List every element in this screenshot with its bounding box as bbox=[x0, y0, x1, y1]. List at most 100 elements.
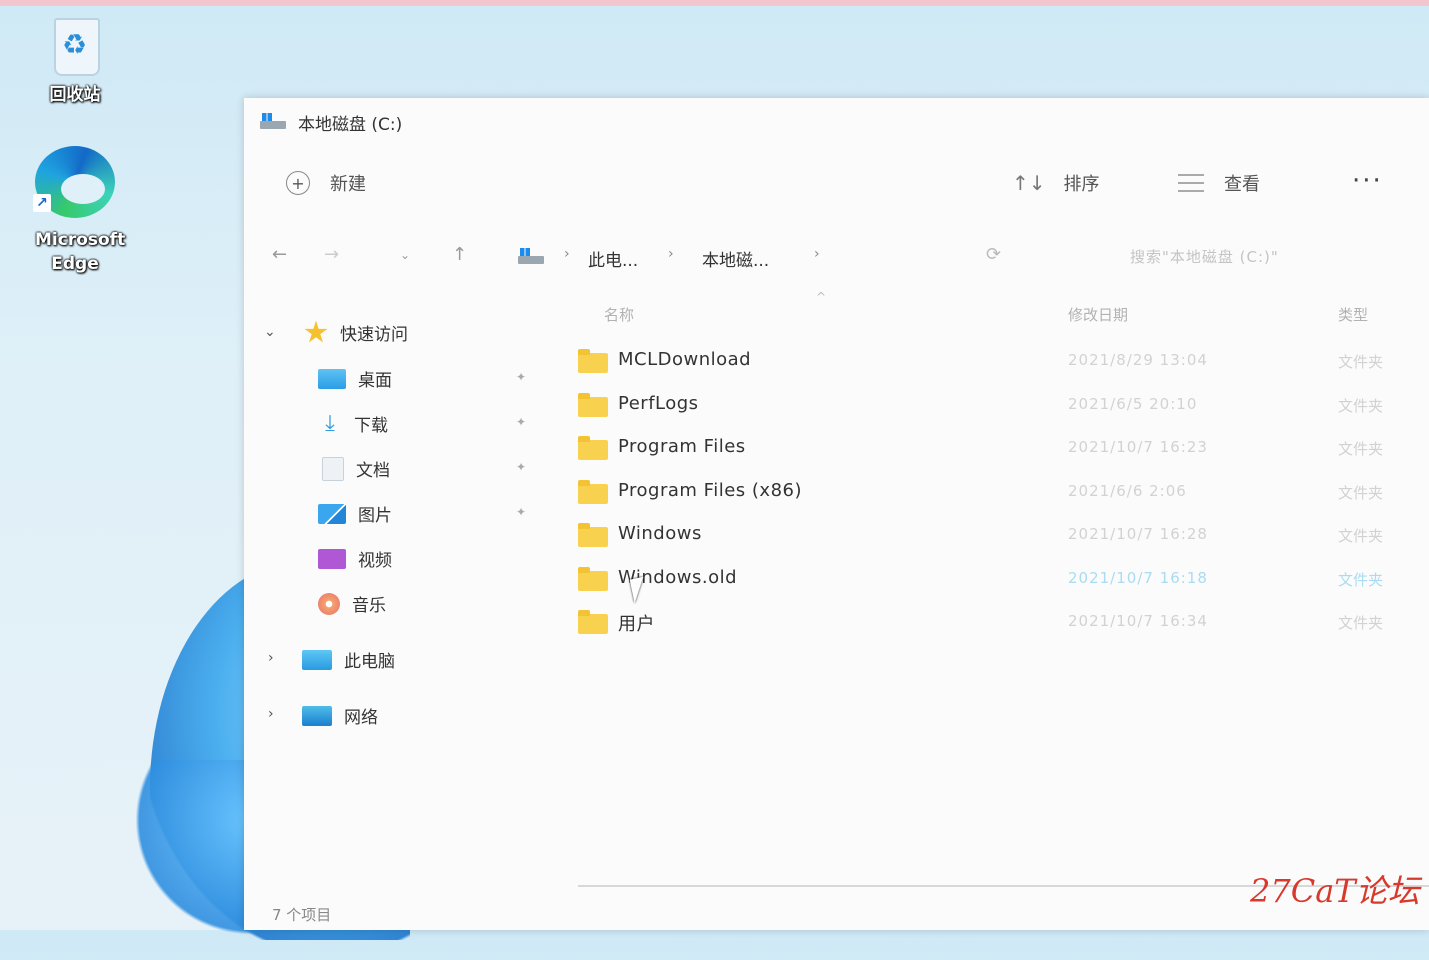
chevron-right-icon[interactable]: › bbox=[564, 246, 570, 262]
file-name: Program Files (x86) bbox=[618, 480, 802, 501]
view-icon bbox=[1178, 174, 1204, 192]
chevron-right-icon[interactable]: › bbox=[268, 650, 274, 666]
file-type: 文件夹 bbox=[1338, 397, 1384, 415]
sidebar-item-desktop[interactable]: 桌面 bbox=[318, 366, 392, 391]
file-row[interactable]: PerfLogs 2021/6/5 20:10 文件夹 bbox=[578, 390, 1428, 422]
sidebar-item-label: 此电脑 bbox=[344, 652, 395, 672]
back-arrow-icon[interactable]: ← bbox=[272, 244, 287, 265]
sidebar-item-music[interactable]: 音乐 bbox=[318, 591, 386, 616]
pin-icon[interactable]: ✦ bbox=[516, 505, 526, 519]
more-options-button[interactable]: ··· bbox=[1352, 166, 1383, 196]
videos-icon bbox=[318, 548, 346, 569]
breadcrumb-local-disk[interactable]: 本地磁... bbox=[702, 246, 769, 271]
new-label: 新建 bbox=[330, 174, 366, 195]
sort-ascending-icon: ^ bbox=[816, 290, 827, 304]
chevron-down-icon[interactable]: ⌄ bbox=[264, 324, 276, 340]
sidebar-item-label: 快速访问 bbox=[340, 325, 408, 345]
command-bar: + 新建 ↑↓ 排序 查看 ··· bbox=[244, 158, 1429, 204]
chevron-right-icon[interactable]: › bbox=[668, 246, 674, 262]
folder-icon bbox=[578, 393, 608, 417]
file-row[interactable]: MCLDownload 2021/8/29 13:04 文件夹 bbox=[578, 346, 1428, 378]
folder-icon bbox=[578, 480, 608, 504]
view-label: 查看 bbox=[1224, 174, 1260, 195]
file-row[interactable]: Windows 2021/10/7 16:28 文件夹 bbox=[578, 520, 1428, 552]
file-date: 2021/8/29 13:04 bbox=[1068, 351, 1208, 369]
column-header-date[interactable]: 修改日期 bbox=[1068, 304, 1128, 325]
network-icon bbox=[302, 705, 332, 726]
sidebar-item-label: 音乐 bbox=[352, 596, 386, 616]
desktop-icon-label: Microsoft Edge bbox=[35, 230, 126, 274]
sidebar-item-label: 桌面 bbox=[358, 371, 392, 391]
recent-dropdown-icon[interactable]: ⌄ bbox=[400, 248, 410, 262]
file-row[interactable]: 用户 2021/10/7 16:34 文件夹 bbox=[578, 607, 1428, 639]
folder-icon bbox=[578, 349, 608, 373]
pin-icon[interactable]: ✦ bbox=[516, 460, 526, 474]
file-row-hovered[interactable]: Windows.old 2021/10/7 16:18 文件夹 bbox=[578, 564, 1428, 596]
window-title: 本地磁盘 (C:) bbox=[298, 114, 403, 135]
search-input[interactable]: 搜索"本地磁盘 (C:)" bbox=[1130, 246, 1279, 267]
sidebar-item-this-pc[interactable]: 此电脑 bbox=[302, 647, 395, 672]
chevron-right-icon[interactable]: › bbox=[268, 706, 274, 722]
file-type: 文件夹 bbox=[1338, 571, 1384, 589]
view-button[interactable]: 查看 bbox=[1178, 170, 1260, 196]
file-name: 用户 bbox=[618, 614, 655, 635]
column-header-type[interactable]: 类型 bbox=[1338, 304, 1368, 325]
sidebar-item-quick-access[interactable]: 快速访问 bbox=[304, 320, 408, 345]
file-explorer-window: 本地磁盘 (C:) + 新建 ↑↓ 排序 查看 ··· ← → ⌄ ↑ › 此电… bbox=[244, 98, 1429, 930]
pin-icon[interactable]: ✦ bbox=[516, 370, 526, 384]
file-type: 文件夹 bbox=[1338, 527, 1384, 545]
file-row[interactable]: Program Files (x86) 2021/6/6 2:06 文件夹 bbox=[578, 477, 1428, 509]
sidebar-item-pictures[interactable]: 图片 bbox=[318, 501, 392, 526]
computer-icon bbox=[302, 649, 332, 670]
sidebar-item-label: 下载 bbox=[354, 416, 388, 436]
file-type: 文件夹 bbox=[1338, 353, 1384, 371]
breadcrumb-this-pc[interactable]: 此电... bbox=[588, 246, 638, 271]
file-type: 文件夹 bbox=[1338, 440, 1384, 458]
file-date: 2021/10/7 16:18 bbox=[1068, 569, 1208, 587]
watermark-logo: 27CaT论坛 bbox=[1250, 872, 1420, 910]
column-header-name[interactable]: 名称 bbox=[604, 304, 634, 325]
folder-icon bbox=[578, 567, 608, 591]
sort-label: 排序 bbox=[1063, 174, 1100, 195]
top-stripe bbox=[0, 0, 1429, 6]
desktop-icon-recycle-bin[interactable]: ♻ 回收站 bbox=[20, 14, 130, 105]
sort-button[interactable]: ↑↓ 排序 bbox=[1012, 170, 1100, 196]
folder-icon bbox=[578, 523, 608, 547]
sidebar-item-label: 文档 bbox=[356, 461, 390, 481]
star-icon bbox=[304, 320, 328, 343]
file-date: 2021/6/5 20:10 bbox=[1068, 395, 1198, 413]
sidebar-item-downloads[interactable]: ⤓ 下载 bbox=[318, 411, 388, 436]
desktop-icon-edge[interactable]: ↗ Microsoft Edge bbox=[20, 146, 130, 276]
file-row[interactable]: Program Files 2021/10/7 16:23 文件夹 bbox=[578, 433, 1428, 465]
forward-arrow-icon[interactable]: → bbox=[324, 244, 339, 265]
edge-icon: ↗ bbox=[27, 146, 123, 226]
file-date: 2021/10/7 16:34 bbox=[1068, 612, 1208, 630]
up-arrow-icon[interactable]: ↑ bbox=[452, 244, 467, 265]
pin-icon[interactable]: ✦ bbox=[516, 415, 526, 429]
file-name: PerfLogs bbox=[618, 393, 699, 414]
desktop-icon bbox=[318, 368, 346, 389]
document-icon bbox=[322, 456, 344, 481]
sidebar-item-label: 视频 bbox=[358, 551, 392, 571]
file-name: MCLDownload bbox=[618, 349, 752, 370]
music-icon bbox=[318, 592, 340, 615]
sidebar-item-label: 图片 bbox=[358, 506, 392, 526]
sort-icon: ↑↓ bbox=[1012, 171, 1046, 195]
file-date: 2021/10/7 16:23 bbox=[1068, 438, 1208, 456]
chevron-right-icon[interactable]: › bbox=[814, 246, 820, 262]
sidebar-item-network[interactable]: 网络 bbox=[302, 703, 378, 728]
file-type: 文件夹 bbox=[1338, 614, 1384, 632]
file-name: Program Files bbox=[618, 436, 746, 457]
new-button[interactable]: + 新建 bbox=[286, 170, 366, 196]
pictures-icon bbox=[318, 503, 346, 524]
title-bar[interactable]: 本地磁盘 (C:) bbox=[244, 98, 1429, 146]
status-bar-item-count: 7 个项目 bbox=[272, 906, 332, 924]
file-type: 文件夹 bbox=[1338, 484, 1384, 502]
file-date: 2021/10/7 16:28 bbox=[1068, 525, 1208, 543]
sidebar-item-documents[interactable]: 文档 bbox=[322, 456, 390, 481]
navigation-bar: ← → ⌄ ↑ › 此电... › 本地磁... › ⟳ 搜索"本地磁盘 (C:… bbox=[244, 236, 1429, 276]
download-icon: ⤓ bbox=[325, 410, 335, 436]
refresh-icon[interactable]: ⟳ bbox=[986, 244, 1001, 265]
sidebar-item-videos[interactable]: 视频 bbox=[318, 546, 392, 571]
drive-icon bbox=[260, 113, 288, 131]
